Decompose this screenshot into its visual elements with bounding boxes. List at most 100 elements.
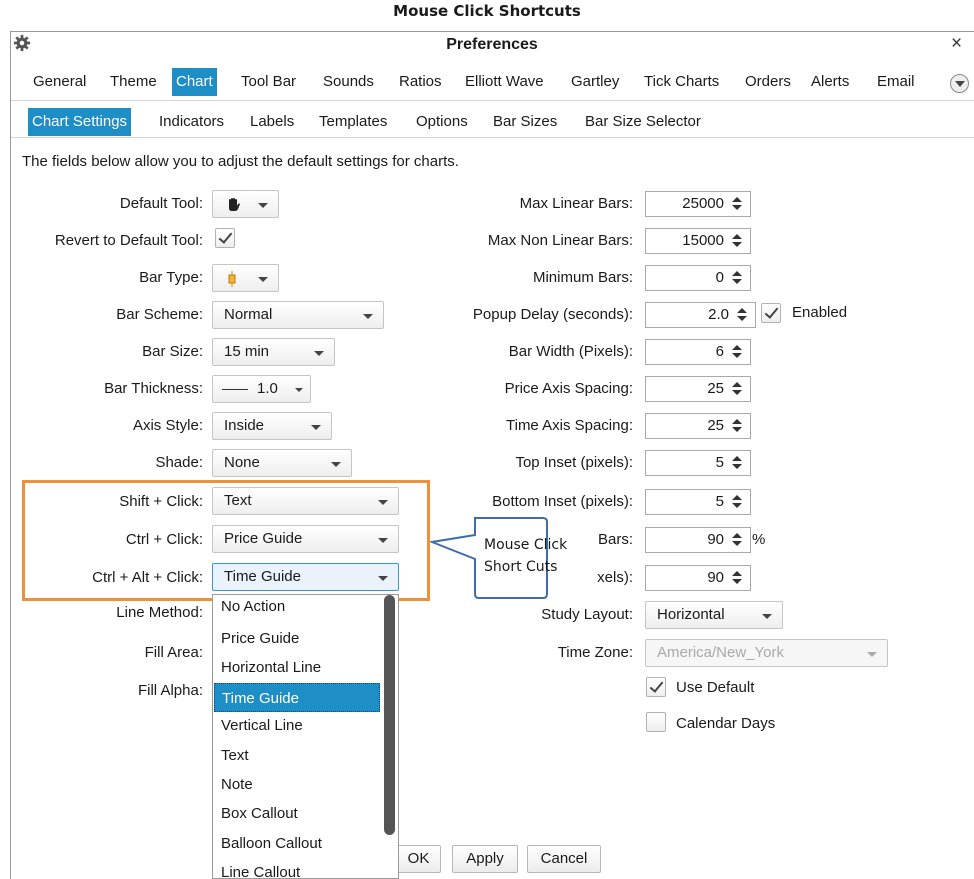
tab-indicators[interactable]: Indicators bbox=[159, 108, 224, 136]
study-layout-value: Horizontal bbox=[657, 606, 725, 623]
document-title: Mouse Click Shortcuts bbox=[393, 2, 581, 20]
dropdown-item-price-guide[interactable]: Price Guide bbox=[221, 630, 299, 647]
dropdown-item-text[interactable]: Text bbox=[221, 747, 249, 764]
time-axis-spacing-label: Time Axis Spacing: bbox=[506, 417, 633, 434]
bottom-inset-spinner[interactable]: 5 bbox=[645, 489, 751, 515]
axis-style-select[interactable]: Inside bbox=[212, 412, 332, 440]
tab-theme[interactable]: Theme bbox=[110, 68, 157, 96]
study-layout-label: Study Layout: bbox=[541, 606, 633, 623]
dropdown-scrollbar[interactable] bbox=[384, 595, 395, 835]
bar-scheme-select[interactable]: Normal bbox=[212, 301, 384, 329]
popup-enabled-label: Enabled bbox=[792, 304, 848, 321]
pixels-label: xels): bbox=[597, 569, 633, 586]
price-axis-spacing-label: Price Axis Spacing: bbox=[504, 380, 633, 397]
dropdown-item-line-callout[interactable]: Line Callout bbox=[221, 864, 300, 878]
dropdown-item-horizontal-line[interactable]: Horizontal Line bbox=[221, 659, 321, 676]
axis-style-value: Inside bbox=[224, 417, 265, 434]
shade-select[interactable]: None bbox=[212, 449, 352, 477]
bars-percent-value: 90 bbox=[707, 531, 724, 548]
bar-width-spinner[interactable]: 6 bbox=[645, 339, 751, 365]
tab-general[interactable]: General bbox=[33, 68, 86, 96]
default-tool-label: Default Tool: bbox=[119, 195, 203, 212]
price-axis-spacing-value: 25 bbox=[707, 380, 724, 397]
bar-width-value: 6 bbox=[715, 343, 724, 360]
minimum-bars-spinner[interactable]: 0 bbox=[645, 265, 751, 291]
tab-templates[interactable]: Templates bbox=[319, 108, 387, 136]
tab-labels[interactable]: Labels bbox=[250, 108, 294, 136]
top-inset-spinner[interactable]: 5 bbox=[645, 450, 751, 476]
pixels-spinner[interactable]: 90 bbox=[645, 565, 751, 591]
bar-thickness-select[interactable]: 1.0 bbox=[212, 375, 311, 403]
tab-alerts[interactable]: Alerts bbox=[811, 68, 849, 96]
tab-tool-bar[interactable]: Tool Bar bbox=[241, 68, 296, 96]
study-layout-select[interactable]: Horizontal bbox=[645, 601, 783, 629]
bar-type-label: Bar Type: bbox=[139, 269, 203, 286]
line-sample-icon bbox=[222, 389, 248, 390]
minimum-bars-value: 0 bbox=[715, 269, 724, 286]
tab-bar-sizes[interactable]: Bar Sizes bbox=[493, 108, 557, 136]
revert-default-tool-checkbox[interactable] bbox=[215, 228, 235, 248]
apply-button[interactable]: Apply bbox=[452, 845, 518, 873]
tab-chart-settings[interactable]: Chart Settings bbox=[28, 108, 132, 136]
price-axis-spacing-spinner[interactable]: 25 bbox=[645, 376, 751, 402]
bar-thickness-value: 1.0 bbox=[257, 380, 278, 397]
hand-icon bbox=[229, 198, 240, 211]
max-linear-bars-label: Max Linear Bars: bbox=[519, 195, 633, 212]
max-non-linear-bars-spinner[interactable]: 15000 bbox=[645, 228, 751, 254]
tab-email[interactable]: Email bbox=[877, 68, 915, 96]
use-default-label: Use Default bbox=[676, 679, 755, 696]
tab-tick-charts[interactable]: Tick Charts bbox=[644, 68, 719, 96]
dropdown-item-note[interactable]: Note bbox=[221, 776, 253, 793]
bottom-inset-value: 5 bbox=[715, 493, 724, 510]
top-inset-label: Top Inset (pixels): bbox=[515, 454, 633, 471]
time-zone-label: Time Zone: bbox=[557, 644, 633, 661]
time-zone-value: America/New_York bbox=[657, 644, 784, 661]
popup-enabled-checkbox[interactable] bbox=[761, 303, 781, 323]
tab-bar-size-selector[interactable]: Bar Size Selector bbox=[585, 108, 701, 136]
bar-size-select[interactable]: 15 min bbox=[212, 338, 335, 366]
callout-line-1: Mouse Click bbox=[484, 537, 568, 553]
max-linear-bars-value: 25000 bbox=[682, 195, 724, 212]
percent-unit: % bbox=[752, 531, 766, 548]
dropdown-item-vertical-line[interactable]: Vertical Line bbox=[221, 717, 303, 734]
shade-label: Shade: bbox=[155, 454, 203, 471]
use-default-checkbox[interactable] bbox=[646, 677, 666, 697]
time-axis-spacing-spinner[interactable]: 25 bbox=[645, 413, 751, 439]
top-inset-value: 5 bbox=[715, 454, 724, 471]
close-icon[interactable]: × bbox=[951, 33, 962, 55]
calendar-days-checkbox[interactable] bbox=[646, 712, 666, 732]
candlestick-icon bbox=[228, 271, 236, 287]
dropdown-item-no-action[interactable]: No Action bbox=[221, 598, 285, 615]
dropdown-item-time-guide[interactable]: Time Guide bbox=[214, 683, 380, 712]
cancel-button[interactable]: Cancel bbox=[527, 845, 601, 873]
callout-line-2: Short Cuts bbox=[484, 559, 558, 575]
dropdown-list: No Action Price Guide Horizontal Line Ti… bbox=[212, 594, 399, 879]
more-tabs-button[interactable] bbox=[950, 74, 969, 93]
minimum-bars-label: Minimum Bars: bbox=[532, 269, 633, 286]
default-tool-select[interactable] bbox=[212, 190, 279, 218]
popup-delay-spinner[interactable]: 2.0 bbox=[645, 302, 756, 328]
divider bbox=[11, 137, 974, 138]
popup-delay-value: 2.0 bbox=[708, 306, 729, 323]
max-non-linear-bars-label: Max Non Linear Bars: bbox=[487, 232, 633, 249]
tab-chart[interactable]: Chart bbox=[172, 68, 217, 96]
bar-size-label: Bar Size: bbox=[142, 343, 203, 360]
time-zone-select: America/New_York bbox=[645, 639, 888, 667]
line-method-label: Line Method: bbox=[116, 604, 203, 621]
window-title: Preferences bbox=[446, 36, 538, 53]
tab-sounds[interactable]: Sounds bbox=[323, 68, 374, 96]
revert-default-tool-label: Revert to Default Tool: bbox=[54, 232, 203, 249]
dropdown-item-balloon-callout[interactable]: Balloon Callout bbox=[221, 835, 322, 852]
bars-percent-spinner[interactable]: 90 bbox=[645, 527, 751, 553]
max-linear-bars-spinner[interactable]: 25000 bbox=[645, 191, 751, 217]
tab-ratios[interactable]: Ratios bbox=[399, 68, 442, 96]
dropdown-item-box-callout[interactable]: Box Callout bbox=[221, 805, 298, 822]
bar-type-select[interactable] bbox=[212, 264, 279, 292]
ok-button[interactable]: OK bbox=[396, 845, 441, 873]
popup-delay-label: Popup Delay (seconds): bbox=[472, 306, 633, 323]
bar-scheme-value: Normal bbox=[224, 306, 273, 323]
tab-orders[interactable]: Orders bbox=[745, 68, 791, 96]
tab-gartley[interactable]: Gartley bbox=[571, 68, 619, 96]
tab-options[interactable]: Options bbox=[416, 108, 468, 136]
tab-elliott-wave[interactable]: Elliott Wave bbox=[465, 68, 544, 96]
